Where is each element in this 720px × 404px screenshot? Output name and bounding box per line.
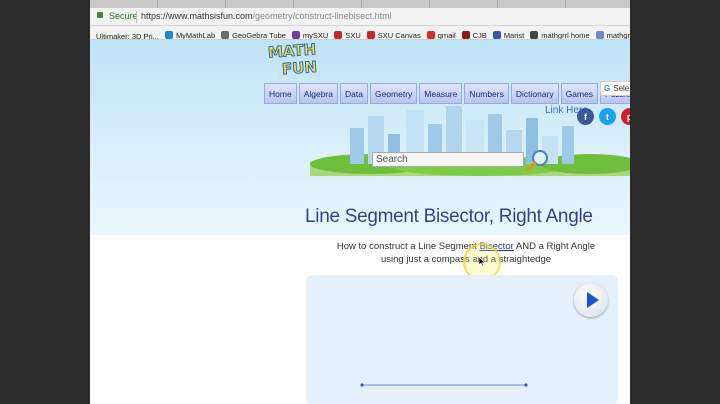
intro-text-1: How to construct a Line Segment: [336, 241, 480, 252]
browser-window: Secure https://www.mathsisfun.com/geomet…: [90, 0, 630, 404]
url-path: /geometry/construct-linebisect.html: [252, 11, 392, 21]
pinterest-glyph: p: [626, 111, 630, 122]
play-icon: [587, 292, 599, 308]
google-translate-select[interactable]: G Sele: [600, 81, 630, 96]
browser-tab[interactable]: [90, 0, 158, 8]
nav-item-data[interactable]: Data: [340, 83, 368, 104]
browser-tab[interactable]: [498, 0, 566, 8]
bookmark-label: mathgr: [606, 30, 630, 40]
logo-text-fun: FUN: [281, 57, 318, 79]
bookmark-label: GeoGebra Tube: [232, 30, 286, 40]
construction-animation[interactable]: [306, 275, 618, 404]
bookmark-item[interactable]: Ultimaker: 3D Pri...: [96, 30, 159, 40]
search-magnifier-icon[interactable]: [526, 148, 550, 172]
bookmark-label: Marist: [503, 30, 525, 40]
segment-endpoint-b: [524, 383, 528, 387]
bookmark-favicon-icon: [426, 31, 435, 39]
bookmark-item[interactable]: CJB: [461, 28, 487, 40]
lock-icon: [97, 12, 103, 18]
bookmark-item[interactable]: gmail: [426, 28, 456, 40]
bookmarks-bar: Ultimaker: 3D Pri... MyMathLab GeoGebra Tu…: [90, 26, 630, 40]
facebook-glyph: f: [584, 111, 587, 122]
browser-tab[interactable]: [566, 0, 630, 8]
bookmark-favicon-icon: [461, 31, 470, 39]
nav-item-games[interactable]: Games: [560, 83, 599, 104]
mouse-pointer-icon: [479, 257, 485, 266]
search-input[interactable]: Search: [372, 152, 524, 167]
browser-tab[interactable]: [294, 0, 362, 8]
bookmark-favicon-icon: [595, 31, 604, 39]
google-icon: G: [604, 84, 611, 93]
address-separator: [136, 11, 137, 23]
intro-text-2: AND a Right Angle: [513, 241, 596, 252]
bookmark-label: MyMathLab: [175, 30, 216, 40]
bookmark-item[interactable]: Marist: [492, 28, 525, 40]
twitter-glyph: t: [606, 111, 609, 122]
bookmark-item[interactable]: GeoGebra Tube: [221, 28, 286, 40]
bookmark-item[interactable]: MyMathLab: [164, 28, 216, 40]
bookmark-label: mySXU: [302, 30, 329, 40]
bookmark-label: CJB: [472, 30, 487, 40]
nav-item-home[interactable]: Home: [264, 83, 297, 104]
site-header: MATH FUN Home Algebra Data Geometry Measure N…: [90, 40, 630, 235]
bookmark-label: mathgrrl home: [541, 30, 590, 40]
address-bar[interactable]: Secure https://www.mathsisfun.com/geomet…: [90, 8, 630, 26]
browser-tab[interactable]: [226, 0, 294, 8]
nav-item-measure[interactable]: Measure: [419, 83, 463, 104]
main-nav: Home Algebra Data Geometry Measure Numbers Dic…: [264, 83, 630, 104]
twitter-icon[interactable]: t: [599, 108, 616, 125]
nav-item-dictionary[interactable]: Dictionary: [510, 83, 559, 104]
browser-tab[interactable]: [430, 0, 498, 8]
line-segment: [360, 383, 528, 387]
bookmark-item[interactable]: mySXU: [291, 28, 329, 40]
bookmark-favicon-icon: [492, 31, 501, 39]
play-button[interactable]: [574, 283, 608, 317]
browser-tab[interactable]: [362, 0, 430, 8]
page-title: Line Segment Bisector, Right Angle: [305, 206, 593, 227]
bookmark-label: SXU Canvas: [377, 30, 421, 40]
bookmark-item[interactable]: mathgrrl home: [530, 28, 590, 40]
bookmark-item[interactable]: SXU: [334, 28, 361, 40]
web-page: MATH FUN Home Algebra Data Geometry Measure N…: [90, 40, 630, 404]
bookmark-favicon-icon: [164, 31, 173, 39]
secure-label: Secure: [109, 11, 138, 21]
bookmark-item[interactable]: mathgr: [595, 28, 630, 40]
bookmark-label: gmail: [437, 30, 456, 40]
bookmark-item[interactable]: SXU Canvas: [366, 28, 421, 40]
segment-endpoint-a: [360, 383, 364, 387]
bookmark-favicon-icon: [221, 31, 230, 39]
nav-item-algebra[interactable]: Algebra: [298, 83, 338, 104]
bookmark-favicon-icon: [334, 31, 343, 39]
bookmark-favicon-icon: [530, 31, 539, 39]
nav-item-numbers[interactable]: Numbers: [464, 83, 509, 104]
site-logo[interactable]: MATH FUN: [266, 40, 324, 80]
browser-tab[interactable]: [158, 0, 226, 8]
url-text[interactable]: https://www.mathsisfun.com/geometry/cons…: [141, 11, 392, 21]
select-label: Sele: [613, 84, 630, 93]
url-host: https://www.mathsisfun.com: [141, 11, 253, 21]
tab-strip: [90, 0, 630, 8]
bookmark-label: Ultimaker: 3D Pri...: [96, 32, 159, 40]
bookmark-label: SXU: [345, 30, 361, 40]
bookmark-favicon-icon: [366, 31, 375, 39]
bookmark-favicon-icon: [291, 31, 300, 39]
nav-item-geometry[interactable]: Geometry: [369, 83, 418, 104]
facebook-icon[interactable]: f: [577, 108, 594, 125]
